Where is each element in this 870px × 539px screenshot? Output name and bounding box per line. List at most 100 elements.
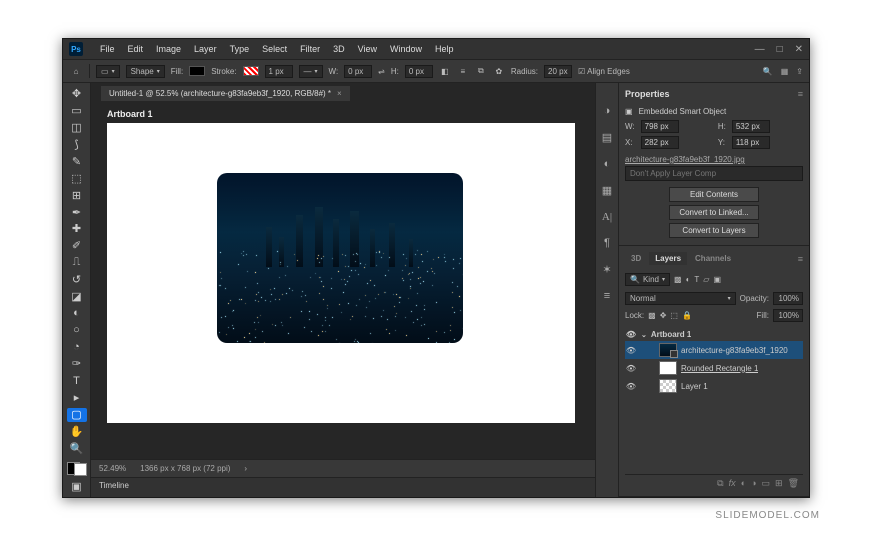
zoom-status[interactable]: 52.49% xyxy=(99,464,126,473)
layer-comp-dropdown[interactable]: Don't Apply Layer Comp xyxy=(625,166,803,181)
layer-thumbnail[interactable] xyxy=(659,343,677,357)
path-select-tool[interactable]: ▸ xyxy=(67,391,87,405)
artboard-tool[interactable]: ▭ xyxy=(67,104,87,118)
visibility-icon[interactable]: 👁 xyxy=(625,346,637,355)
type-tool[interactable]: T xyxy=(67,374,87,388)
menu-image[interactable]: Image xyxy=(151,42,186,56)
settings-icon[interactable]: ✿ xyxy=(493,65,505,77)
kind-filter-dropdown[interactable]: 🔍 Kind ▾ xyxy=(625,273,670,286)
color-panel-icon[interactable]: ◑ xyxy=(604,105,611,117)
pen-tool[interactable]: ✑ xyxy=(67,357,87,371)
smart-object-filename[interactable]: architecture-g83fa9eb3f_1920.jpg xyxy=(625,155,803,164)
layer-thumbnail[interactable] xyxy=(659,379,677,393)
share-icon[interactable]: ⇪ xyxy=(796,67,803,76)
fill-opacity-input[interactable]: 100% xyxy=(773,309,803,322)
delete-layer-icon[interactable]: 🗑 xyxy=(788,478,799,489)
marquee-tool[interactable]: ◫ xyxy=(67,121,87,135)
placed-image[interactable]: document.write(Array.from({length:250}).… xyxy=(217,173,463,343)
actions-panel-icon[interactable]: ✶ xyxy=(602,263,611,276)
swatches-panel-icon[interactable]: ▤ xyxy=(602,131,612,144)
blur-tool[interactable]: ○ xyxy=(67,323,87,337)
filter-pixel-icon[interactable]: ▩ xyxy=(674,275,682,284)
layer-fx-icon[interactable]: fx xyxy=(729,478,736,489)
lock-artboard-icon[interactable]: ⬚ xyxy=(670,311,678,320)
new-layer-icon[interactable]: ⊞ xyxy=(775,478,783,489)
prop-h-input[interactable] xyxy=(732,120,770,133)
menu-edit[interactable]: Edit xyxy=(123,42,149,56)
tab-channels[interactable]: Channels xyxy=(689,252,737,265)
new-group-icon[interactable]: ▭ xyxy=(762,478,771,489)
tab-3d[interactable]: 3D xyxy=(625,252,647,265)
heal-tool[interactable]: ✚ xyxy=(67,222,87,236)
status-chevron-icon[interactable]: › xyxy=(244,464,247,473)
link-wh-icon[interactable]: ⇌ xyxy=(378,67,385,76)
shape-mode-dropdown[interactable]: Shape ▾ xyxy=(126,65,165,78)
history-panel-icon[interactable]: ≡ xyxy=(604,290,610,302)
link-layers-icon[interactable]: ⧉ xyxy=(717,478,723,489)
rectangle-tool[interactable]: ▢ xyxy=(67,408,87,422)
workspace-icon[interactable]: ▦ xyxy=(781,67,789,76)
brush-tool[interactable]: ✐ xyxy=(67,239,87,253)
frame-tool[interactable]: ⊞ xyxy=(67,188,87,202)
gradient-tool[interactable]: ◐ xyxy=(67,306,87,320)
layer-mask-icon[interactable]: ◐ xyxy=(741,478,746,489)
visibility-icon[interactable]: 👁 xyxy=(625,364,637,373)
close-tab-icon[interactable]: × xyxy=(337,89,342,98)
menu-type[interactable]: Type xyxy=(225,42,255,56)
panel-menu-icon[interactable]: ≡ xyxy=(798,89,803,99)
libraries-panel-icon[interactable]: ▦ xyxy=(602,184,612,197)
layer-artboard[interactable]: 👁 ⌄ Artboard 1 xyxy=(625,328,803,341)
layer-item[interactable]: 👁 architecture-g83fa9eb3f_1920 xyxy=(625,341,803,359)
layer-thumbnail[interactable] xyxy=(659,361,677,375)
layer-item[interactable]: 👁 Rounded Rectangle 1 xyxy=(625,359,803,377)
character-panel-icon[interactable]: A| xyxy=(602,211,612,223)
layers-menu-icon[interactable]: ≡ xyxy=(798,254,803,264)
hand-tool[interactable]: ✋ xyxy=(67,425,87,439)
filter-type-icon[interactable]: T xyxy=(694,275,699,284)
document-tab[interactable]: Untitled-1 @ 52.5% (architecture-g83fa9e… xyxy=(101,86,350,101)
convert-linked-button[interactable]: Convert to Linked... xyxy=(669,205,759,220)
layer-item[interactable]: 👁 Layer 1 xyxy=(625,377,803,395)
dodge-tool[interactable]: ◔ xyxy=(67,340,87,354)
minimize-button[interactable]: — xyxy=(755,44,765,55)
stroke-type-dropdown[interactable]: — ▾ xyxy=(299,65,323,78)
opacity-input[interactable]: 100% xyxy=(773,292,803,305)
crop-tool[interactable]: ⬚ xyxy=(67,171,87,185)
edit-contents-button[interactable]: Edit Contents xyxy=(669,187,759,202)
move-tool[interactable]: ✥ xyxy=(67,87,87,101)
quick-select-tool[interactable]: ✎ xyxy=(67,155,87,169)
artboard-label[interactable]: Artboard 1 xyxy=(107,109,153,119)
maximize-button[interactable]: □ xyxy=(777,44,783,55)
stroke-swatch[interactable] xyxy=(243,66,259,76)
menu-help[interactable]: Help xyxy=(430,42,459,56)
adjustments-panel-icon[interactable]: ◐ xyxy=(604,158,611,170)
lock-position-icon[interactable]: ✥ xyxy=(660,311,667,320)
menu-3d[interactable]: 3D xyxy=(328,42,350,56)
zoom-tool[interactable]: 🔍 xyxy=(67,441,87,455)
visibility-icon[interactable]: 👁 xyxy=(625,330,637,339)
timeline-panel[interactable]: Timeline xyxy=(91,477,595,497)
convert-layers-button[interactable]: Convert to Layers xyxy=(669,223,759,238)
close-button[interactable]: ✕ xyxy=(795,44,803,55)
eyedropper-tool[interactable]: ✒ xyxy=(67,205,87,219)
menu-view[interactable]: View xyxy=(353,42,382,56)
canvas[interactable]: Artboard 1 xyxy=(91,103,595,459)
menu-window[interactable]: Window xyxy=(385,42,427,56)
lock-pixels-icon[interactable]: ▩ xyxy=(648,311,656,320)
lock-all-icon[interactable]: 🔒 xyxy=(682,311,692,320)
menu-select[interactable]: Select xyxy=(257,42,292,56)
expand-icon[interactable]: ⌄ xyxy=(641,331,647,339)
doc-dims-status[interactable]: 1366 px x 768 px (72 ppi) xyxy=(140,464,230,473)
height-input[interactable]: 0 px xyxy=(405,65,433,78)
adjustment-layer-icon[interactable]: ◑ xyxy=(751,478,756,489)
filter-smart-icon[interactable]: ▣ xyxy=(713,275,721,284)
stamp-tool[interactable]: ⎍ xyxy=(67,256,87,270)
tool-preset-dropdown[interactable]: ▭ ▾ xyxy=(96,65,120,78)
filter-shape-icon[interactable]: ▱ xyxy=(703,275,709,284)
artboard[interactable]: document.write(Array.from({length:250}).… xyxy=(107,123,575,423)
align-icon[interactable]: ≡ xyxy=(457,65,469,77)
blend-mode-dropdown[interactable]: Normal▾ xyxy=(625,292,736,305)
prop-w-input[interactable] xyxy=(641,120,679,133)
prop-y-input[interactable] xyxy=(732,136,770,149)
visibility-icon[interactable]: 👁 xyxy=(625,382,637,391)
